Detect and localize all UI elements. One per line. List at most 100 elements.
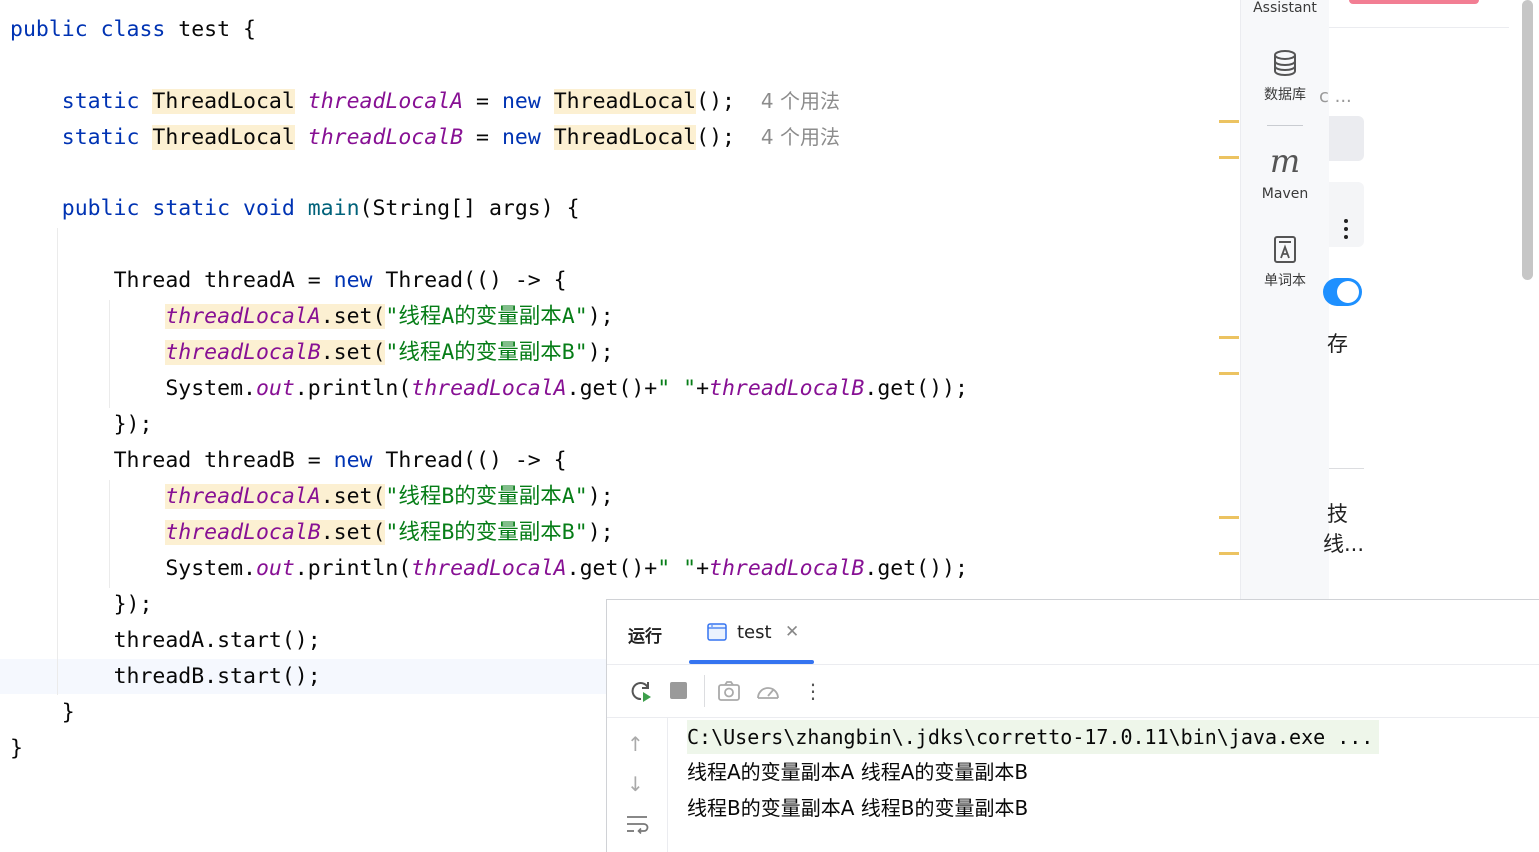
panel-divider: [1329, 27, 1509, 28]
code-token: main: [307, 196, 360, 221]
wordbook-icon: [1274, 236, 1296, 263]
tab-test[interactable]: test ✕: [689, 600, 814, 664]
code-token: ();: [696, 125, 735, 150]
code-token: ThreadLocal: [553, 89, 697, 114]
code-token: (String[] args) {: [359, 196, 580, 221]
scroll-up-icon[interactable]: ↑: [627, 732, 644, 756]
code-token: threadLocalA: [307, 89, 464, 114]
usage-marker[interactable]: [1219, 516, 1239, 519]
code-token: new: [333, 448, 373, 473]
run-title: 运行: [628, 627, 662, 647]
code-token: public static void: [61, 196, 295, 221]
wordbook-tool-button[interactable]: 单词本: [1241, 232, 1329, 294]
more-dot: [1344, 227, 1348, 231]
code-token: =: [463, 125, 502, 150]
right-tool-strip: Assistant 数据库 m Maven 单词本: [1240, 0, 1330, 600]
code-token: threadLocalA: [165, 304, 321, 329]
code-token: out: [255, 376, 295, 401]
code-token: .get()+: [566, 376, 658, 401]
code-token: threadLocalA: [165, 484, 321, 509]
code-line-1: public class test {: [10, 12, 256, 48]
code-token: +: [696, 376, 710, 401]
code-token: .get()+: [566, 556, 658, 581]
code-line-6: threadLocalA.set("线程A的变量副本A");: [10, 299, 614, 335]
scroll-down-icon[interactable]: ↓: [627, 772, 644, 796]
usage-marker[interactable]: [1219, 552, 1239, 555]
code-token: .get());: [864, 556, 968, 581]
console-command-line[interactable]: C:\Users\zhangbin\.jdks\corretto-17.0.11…: [687, 720, 1380, 754]
pink-button[interactable]: [1349, 0, 1479, 4]
code-line-13: System.out.println(threadLocalA.get()+" …: [10, 551, 968, 587]
code-token: });: [113, 592, 153, 617]
usage-marker[interactable]: [1219, 372, 1239, 375]
run-header: 运行 test ✕: [607, 600, 1539, 665]
usages-hint[interactable]: 4 个用法: [761, 125, 840, 149]
database-label: 数据库: [1264, 87, 1306, 103]
toolbar-separator: [704, 675, 705, 707]
console-sidebar: ↑ ↓: [607, 718, 668, 852]
code-token: new: [333, 268, 373, 293]
code-token: );: [587, 520, 614, 545]
code-line-4: public static void main(String[] args) {: [10, 191, 580, 227]
close-icon[interactable]: ✕: [785, 622, 799, 642]
usage-marker[interactable]: [1219, 156, 1239, 159]
panel-input-box[interactable]: [1329, 116, 1364, 161]
code-token: threadLocalB: [709, 556, 865, 581]
code-token: +: [696, 556, 710, 581]
usage-marker[interactable]: [1219, 336, 1239, 339]
code-token: .println(: [294, 376, 412, 401]
panel-text-fragment: 线...: [1323, 532, 1365, 556]
code-token: );: [587, 340, 614, 365]
code-line-10: Thread threadB = new Thread(() -> {: [10, 443, 567, 479]
code-token: .println(: [294, 556, 412, 581]
wordbook-label: 单词本: [1264, 273, 1306, 289]
maven-label: Maven: [1261, 186, 1309, 202]
code-line-5: Thread threadA = new Thread(() -> {: [10, 263, 567, 299]
camera-icon[interactable]: [717, 680, 741, 702]
usages-hint[interactable]: 4 个用法: [761, 89, 840, 113]
code-line-16: threadB.start();: [10, 659, 321, 695]
code-token: new: [501, 89, 541, 114]
code-token: threadLocalB: [709, 376, 865, 401]
code-token: out: [255, 556, 295, 581]
run-tool-window: 运行 test ✕ ⋮ ↑ ↓ C:\Users\zhangbin\.jdks\…: [606, 599, 1539, 852]
panel-toggle[interactable]: [1323, 278, 1362, 306]
code-token: System.: [165, 376, 256, 401]
profiler-icon[interactable]: [755, 680, 781, 702]
console-tab-icon: [707, 623, 727, 641]
code-token: Thread threadA =: [113, 268, 334, 293]
code-token: threadLocalB: [165, 340, 321, 365]
code-token: static: [61, 125, 140, 150]
soft-wrap-icon[interactable]: [625, 814, 651, 834]
database-tool-button[interactable]: 数据库: [1241, 44, 1329, 106]
code-token: "线程A的变量副本A": [385, 304, 588, 329]
usage-marker[interactable]: [1219, 120, 1239, 123]
panel-text-fragment: 技: [1327, 502, 1348, 526]
more-options-icon[interactable]: ⋮: [803, 677, 823, 705]
assistant-tool-button[interactable]: Assistant: [1241, 0, 1329, 16]
panel-text-fragment: c ...: [1319, 86, 1352, 107]
code-token: threadLocalA: [411, 376, 567, 401]
code-token: static: [61, 89, 140, 114]
code-token: threadLocalB: [307, 125, 464, 150]
maven-tool-button[interactable]: m Maven: [1241, 142, 1329, 206]
code-line-18: }: [10, 731, 23, 767]
code-token: "线程B的变量副本A": [385, 484, 588, 509]
vertical-scrollbar[interactable]: [1522, 0, 1533, 280]
code-line-15: threadA.start();: [10, 623, 321, 659]
code-token: Thread(() -> {: [372, 448, 567, 473]
rerun-icon[interactable]: [629, 679, 653, 703]
code-token: ThreadLocal: [152, 125, 295, 150]
code-token: ThreadLocal: [553, 125, 697, 150]
stop-icon[interactable]: [670, 682, 687, 699]
active-tab-indicator: [689, 660, 814, 664]
more-dot: [1344, 235, 1348, 239]
panel-card[interactable]: [1329, 182, 1364, 247]
code-token: .set(: [320, 304, 386, 329]
panel-divider: [1329, 468, 1364, 469]
code-token: });: [113, 412, 153, 437]
code-token: " ": [657, 556, 697, 581]
code-line-7: threadLocalB.set("线程A的变量副本B");: [10, 335, 614, 371]
console-output-line: 线程B的变量副本A 线程B的变量副本B: [687, 796, 1029, 820]
code-token: "线程A的变量副本B": [385, 340, 588, 365]
